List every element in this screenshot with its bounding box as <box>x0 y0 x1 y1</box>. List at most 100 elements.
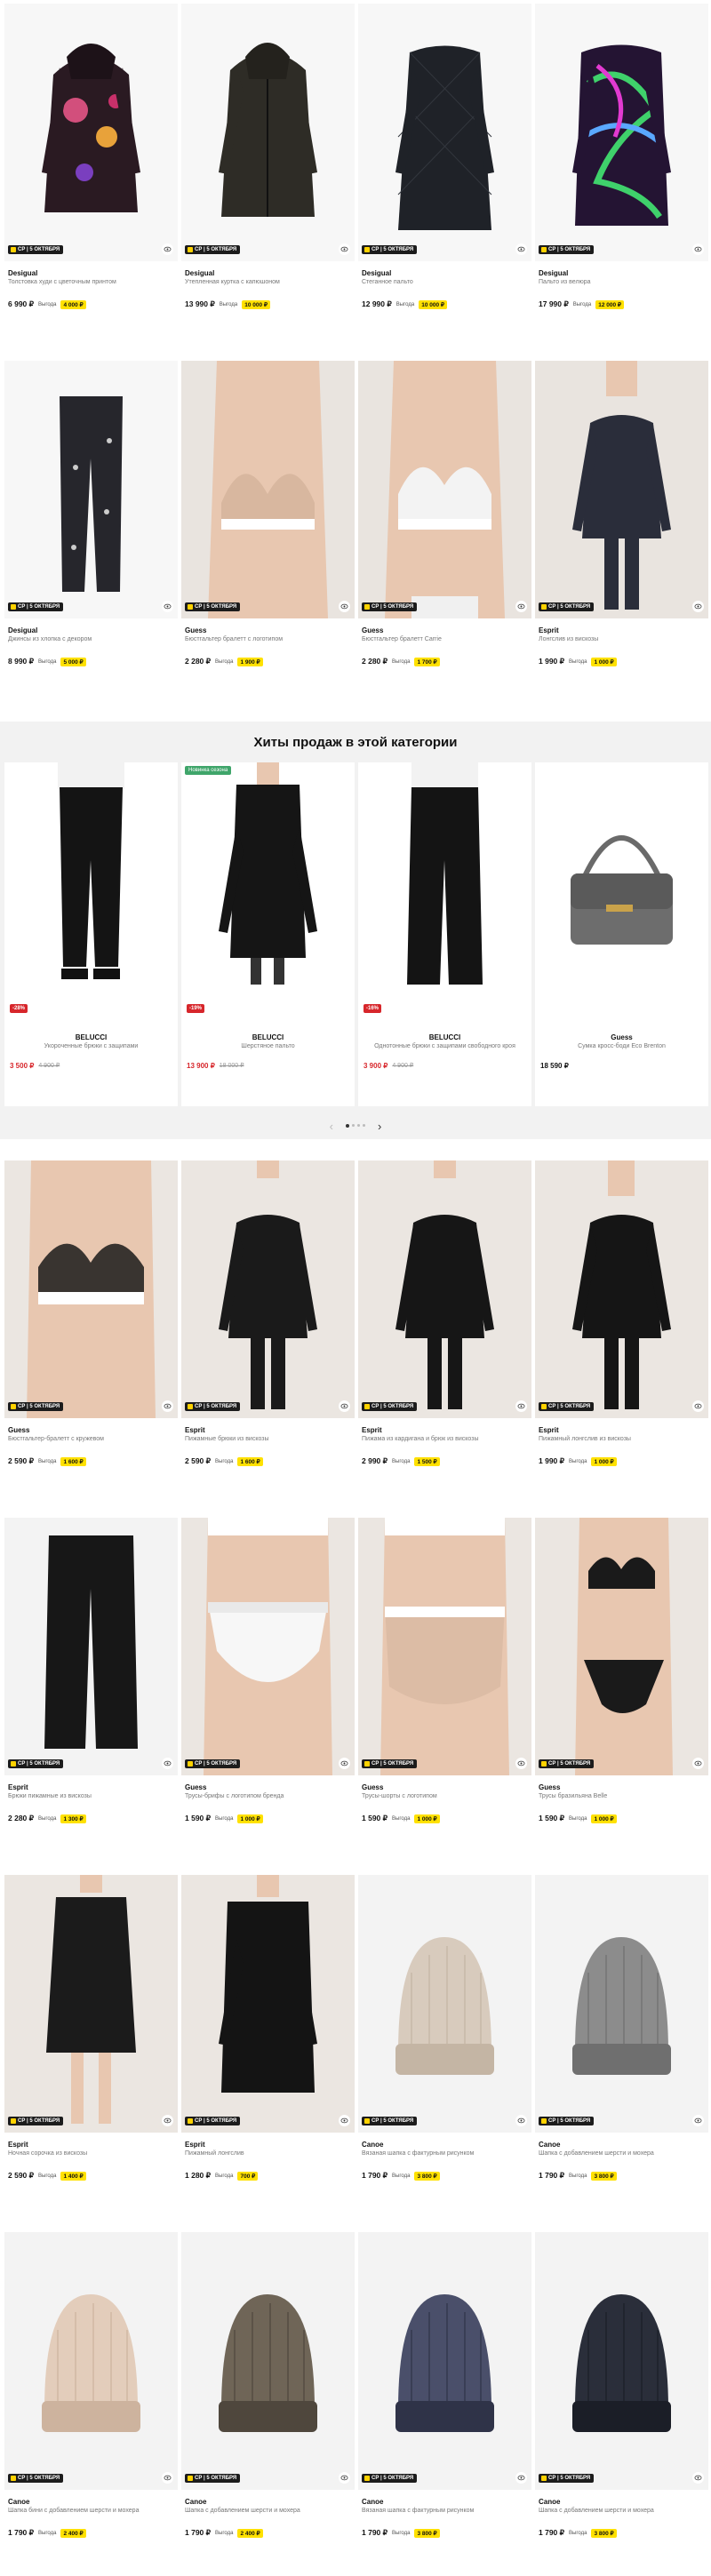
product-card[interactable]: СР | 5 ОКТЯБРЯ Esprit Пижамные брюки из … <box>181 1160 355 1518</box>
product-brand[interactable]: Guess <box>185 626 351 635</box>
quick-view-button[interactable] <box>339 601 350 612</box>
product-description[interactable]: Однотонные брюки с защипами свободного к… <box>358 1042 531 1051</box>
product-image[interactable]: СР | 5 ОКТЯБРЯ <box>181 4 355 261</box>
product-card[interactable]: СР | 5 ОКТЯБРЯ Canoe Шапка с добавлением… <box>535 2232 708 2576</box>
quick-view-button[interactable] <box>162 2115 173 2126</box>
product-image[interactable]: СР | 5 ОКТЯБРЯ <box>358 2232 531 2490</box>
product-image[interactable]: СР | 5 ОКТЯБРЯ <box>181 361 355 618</box>
product-brand[interactable]: BELUCCI <box>358 1033 531 1042</box>
product-brand[interactable]: Canoe <box>8 2497 174 2507</box>
product-card[interactable]: СР | 5 ОКТЯБРЯ Canoe Шапка с добавлением… <box>535 1875 708 2232</box>
product-description[interactable]: Вязаная шапка с фактурным рисунком <box>362 2149 528 2158</box>
product-card[interactable]: СР | 5 ОКТЯБРЯ Canoe Вязаная шапка с фак… <box>358 2232 531 2576</box>
product-image[interactable]: СР | 5 ОКТЯБРЯ <box>181 1160 355 1418</box>
pager-dot[interactable] <box>346 1124 349 1128</box>
product-description[interactable]: Ночная сорочка из вискозы <box>8 2149 174 2158</box>
next-arrow-icon[interactable]: › <box>378 1120 381 1133</box>
product-brand[interactable]: Esprit <box>539 626 705 635</box>
product-description[interactable]: Брюки пижамные из вискозы <box>8 1792 174 1801</box>
product-description[interactable]: Пижамный лонгслив из вискозы <box>539 1435 705 1444</box>
product-card[interactable]: СР | 5 ОКТЯБРЯ Guess Трусы-брифы с логот… <box>181 1518 355 1875</box>
quick-view-button[interactable] <box>515 2115 527 2126</box>
product-description[interactable]: Бюстгальтер бралетт с логотипом <box>185 635 351 644</box>
product-image[interactable]: СР | 5 ОКТЯБРЯ <box>181 2232 355 2490</box>
product-card[interactable]: СР | 5 ОКТЯБРЯ Esprit Лонгслив из вискоз… <box>535 361 708 718</box>
quick-view-button[interactable] <box>339 243 350 255</box>
product-brand[interactable]: Esprit <box>362 1425 528 1435</box>
product-brand[interactable]: Guess <box>362 1782 528 1792</box>
product-description[interactable]: Вязаная шапка с фактурным рисунком <box>362 2507 528 2516</box>
quick-view-button[interactable] <box>692 1758 704 1769</box>
product-image[interactable]: СР | 5 ОКТЯБРЯ <box>4 1875 178 2133</box>
product-image[interactable]: СР | 5 ОКТЯБРЯ <box>4 361 178 618</box>
product-image[interactable]: СР | 5 ОКТЯБРЯ <box>358 4 531 261</box>
product-description[interactable]: Пижамные брюки из вискозы <box>185 1435 351 1444</box>
quick-view-button[interactable] <box>692 243 704 255</box>
product-image[interactable]: СР | 5 ОКТЯБРЯ <box>4 4 178 261</box>
product-brand[interactable]: Esprit <box>185 2140 351 2149</box>
product-brand[interactable]: Esprit <box>539 1425 705 1435</box>
product-image[interactable]: СР | 5 ОКТЯБРЯ <box>535 4 708 261</box>
product-description[interactable]: Сумка кросс-боди Eco Brenton <box>535 1042 708 1051</box>
product-description[interactable]: Трусы-брифы с логотипом бренда <box>185 1792 351 1801</box>
quick-view-button[interactable] <box>515 243 527 255</box>
product-image[interactable]: Новинка сезона -19% <box>181 762 355 1020</box>
product-image[interactable] <box>535 762 708 1020</box>
product-description[interactable]: Джинсы из хлопка с декором <box>8 635 174 644</box>
product-brand[interactable]: Canoe <box>539 2497 705 2507</box>
product-image[interactable]: СР | 5 ОКТЯБРЯ <box>535 361 708 618</box>
product-image[interactable]: СР | 5 ОКТЯБРЯ <box>358 1160 531 1418</box>
product-description[interactable]: Укороченные брюки с защипами <box>4 1042 178 1051</box>
product-card[interactable]: СР | 5 ОКТЯБРЯ Guess Бюстгальтер-бралетт… <box>4 1160 178 1518</box>
product-image[interactable]: СР | 5 ОКТЯБРЯ <box>535 1518 708 1775</box>
product-image[interactable]: -16% <box>358 762 531 1020</box>
product-card[interactable]: СР | 5 ОКТЯБРЯ Desigual Стеганное пальто… <box>358 4 531 361</box>
quick-view-button[interactable] <box>162 2472 173 2484</box>
product-description[interactable]: Бюстгальтер-бралетт с кружевом <box>8 1435 174 1444</box>
product-brand[interactable]: Canoe <box>362 2140 528 2149</box>
quick-view-button[interactable] <box>515 601 527 612</box>
quick-view-button[interactable] <box>339 1758 350 1769</box>
product-image[interactable]: СР | 5 ОКТЯБРЯ <box>535 1875 708 2133</box>
quick-view-button[interactable] <box>515 1400 527 1412</box>
product-card[interactable]: СР | 5 ОКТЯБРЯ Desigual Джинсы из хлопка… <box>4 361 178 718</box>
product-card[interactable]: СР | 5 ОКТЯБРЯ Esprit Пижамный лонгслив … <box>181 1875 355 2232</box>
quick-view-button[interactable] <box>515 1758 527 1769</box>
product-brand[interactable]: Desigual <box>539 268 705 278</box>
quick-view-button[interactable] <box>162 243 173 255</box>
product-description[interactable]: Бюстгальтер бралетт Carrie <box>362 635 528 644</box>
product-brand[interactable]: Guess <box>185 1782 351 1792</box>
product-image[interactable]: СР | 5 ОКТЯБРЯ <box>535 1160 708 1418</box>
product-card[interactable]: СР | 5 ОКТЯБРЯ Desigual Утепленная куртк… <box>181 4 355 361</box>
bestseller-card[interactable]: -16% BELUCCI Однотонные брюки с защипами… <box>358 762 531 1106</box>
product-description[interactable]: Шерстяное пальто <box>181 1042 355 1051</box>
product-image[interactable]: СР | 5 ОКТЯБРЯ <box>358 361 531 618</box>
product-card[interactable]: СР | 5 ОКТЯБРЯ Guess Трусы-шорты с логот… <box>358 1518 531 1875</box>
product-brand[interactable]: Guess <box>535 1033 708 1042</box>
product-description[interactable]: Трусы бразильяна Belle <box>539 1792 705 1801</box>
product-description[interactable]: Стеганное пальто <box>362 278 528 287</box>
quick-view-button[interactable] <box>339 1400 350 1412</box>
product-brand[interactable]: BELUCCI <box>4 1033 178 1042</box>
pager-dot[interactable] <box>352 1124 355 1127</box>
product-description[interactable]: Толстовка худи с цветочным принтом <box>8 278 174 287</box>
quick-view-button[interactable] <box>162 1400 173 1412</box>
product-image[interactable]: СР | 5 ОКТЯБРЯ <box>181 1875 355 2133</box>
product-description[interactable]: Трусы-шорты с логотипом <box>362 1792 528 1801</box>
product-image[interactable]: СР | 5 ОКТЯБРЯ <box>535 2232 708 2490</box>
product-brand[interactable]: Desigual <box>8 268 174 278</box>
quick-view-button[interactable] <box>515 2472 527 2484</box>
product-image[interactable]: СР | 5 ОКТЯБРЯ <box>4 1160 178 1418</box>
product-brand[interactable]: Canoe <box>185 2497 351 2507</box>
product-card[interactable]: СР | 5 ОКТЯБРЯ Canoe Вязаная шапка с фак… <box>358 1875 531 2232</box>
product-description[interactable]: Шапка с добавлением шерсти и мохера <box>539 2149 705 2158</box>
product-description[interactable]: Пальто из велюра <box>539 278 705 287</box>
quick-view-button[interactable] <box>339 2115 350 2126</box>
product-description[interactable]: Утепленная куртка с капюшоном <box>185 278 351 287</box>
product-image[interactable]: -28% <box>4 762 178 1020</box>
product-card[interactable]: СР | 5 ОКТЯБРЯ Esprit Пижама из кардиган… <box>358 1160 531 1518</box>
product-card[interactable]: СР | 5 ОКТЯБРЯ Desigual Толстовка худи с… <box>4 4 178 361</box>
product-brand[interactable]: Guess <box>539 1782 705 1792</box>
product-brand[interactable]: Esprit <box>8 1782 174 1792</box>
product-card[interactable]: СР | 5 ОКТЯБРЯ Canoe Шапка бини с добавл… <box>4 2232 178 2576</box>
